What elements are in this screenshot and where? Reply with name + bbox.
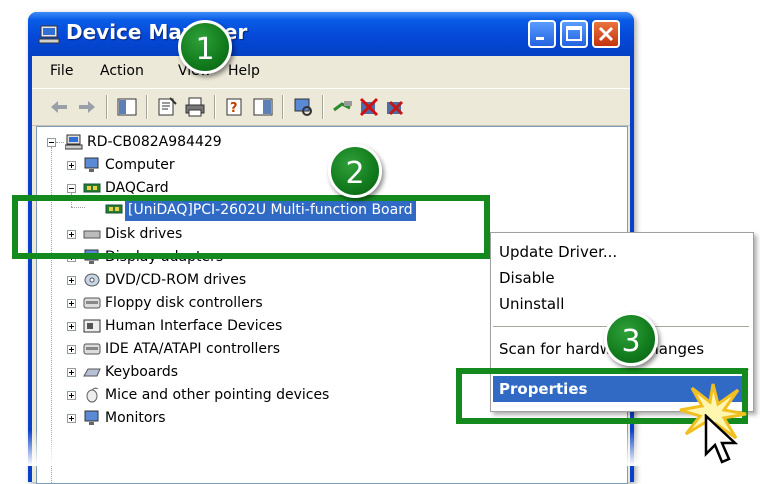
back-arrow-icon[interactable] (48, 96, 70, 118)
toolbar-separator (106, 95, 108, 119)
menu-disable[interactable]: Disable (499, 269, 555, 287)
forward-arrow-icon[interactable] (76, 96, 98, 118)
monitor-icon (84, 410, 99, 425)
tree-root-label[interactable]: RD-CB082A984429 (87, 131, 222, 153)
bottom-fade (0, 430, 760, 466)
collapse-daqcard-icon[interactable] (67, 184, 76, 193)
menu-update-driver[interactable]: Update Driver... (499, 243, 617, 261)
toolbar-separator (322, 95, 324, 119)
toolbar: ? (32, 88, 630, 126)
view-pane-icon[interactable] (252, 96, 274, 118)
title-bar[interactable]: Device Manager (28, 12, 634, 56)
dvd-drive-icon (84, 273, 100, 287)
scan-hardware-icon[interactable] (292, 96, 314, 118)
tree-item-ide-controllers[interactable]: IDE ATA/ATAPI controllers (105, 338, 280, 360)
collapse-root-icon[interactable] (47, 138, 56, 147)
tree-item-mice[interactable]: Mice and other pointing devices (105, 384, 329, 406)
menu-uninstall[interactable]: Uninstall (499, 295, 564, 313)
close-icon (598, 26, 614, 42)
step-badge-2: 2 (328, 144, 382, 198)
expand-dvd-drives-icon[interactable] (67, 276, 76, 285)
menu-scan-hardware[interactable]: Scan for hardware changes (499, 340, 704, 358)
step-badge-1: 1 (178, 20, 232, 74)
minimize-icon (536, 37, 544, 40)
menu-help[interactable]: Help (228, 63, 260, 79)
maximize-button[interactable] (560, 20, 588, 48)
floppy-controller-icon (83, 297, 101, 309)
tree-item-monitors[interactable]: Monitors (105, 407, 166, 429)
print-icon[interactable] (184, 96, 206, 118)
ide-controller-icon (83, 343, 101, 355)
toolbar-separator (214, 95, 216, 119)
uninstall-device-icon[interactable] (384, 96, 406, 118)
monitor-icon (84, 157, 99, 172)
help-icon[interactable]: ? (224, 96, 246, 118)
properties-icon[interactable] (156, 96, 178, 118)
svg-text:?: ? (230, 101, 238, 116)
tree-item-computer[interactable]: Computer (105, 154, 175, 176)
tree-line (56, 142, 64, 144)
menu-bar: File Action View Help (32, 56, 630, 86)
tree-item-dvd-drives[interactable]: DVD/CD-ROM drives (105, 269, 246, 291)
menu-action[interactable]: Action (100, 63, 144, 79)
expand-floppy-controllers-icon[interactable] (67, 299, 76, 308)
computer-icon (38, 25, 60, 44)
computer-icon (65, 134, 83, 150)
mouse-cursor-icon (704, 414, 739, 464)
toolbar-separator (146, 95, 148, 119)
menu-file[interactable]: File (50, 63, 73, 79)
tree-item-floppy-controllers[interactable]: Floppy disk controllers (105, 292, 263, 314)
step-badge-3: 3 (604, 312, 658, 366)
toolbar-separator (282, 95, 284, 119)
update-driver-icon[interactable] (332, 96, 354, 118)
expand-ide-controllers-icon[interactable] (67, 345, 76, 354)
mouse-icon (86, 387, 99, 403)
expand-computer-icon[interactable] (67, 161, 76, 170)
highlight-device-box (12, 195, 490, 259)
close-button[interactable] (592, 20, 620, 48)
maximize-icon (566, 26, 582, 41)
show-hide-console-tree-icon[interactable] (116, 96, 138, 118)
minimize-button[interactable] (528, 20, 556, 48)
keyboard-icon (83, 368, 101, 377)
hid-icon (83, 319, 101, 333)
board-icon (83, 183, 101, 193)
disable-device-icon[interactable] (358, 96, 380, 118)
expand-mice-icon[interactable] (67, 391, 76, 400)
tree-item-hid[interactable]: Human Interface Devices (105, 315, 282, 337)
tree-item-keyboards[interactable]: Keyboards (105, 361, 178, 383)
expand-monitors-icon[interactable] (67, 414, 76, 423)
expand-hid-icon[interactable] (67, 322, 76, 331)
expand-keyboards-icon[interactable] (67, 368, 76, 377)
